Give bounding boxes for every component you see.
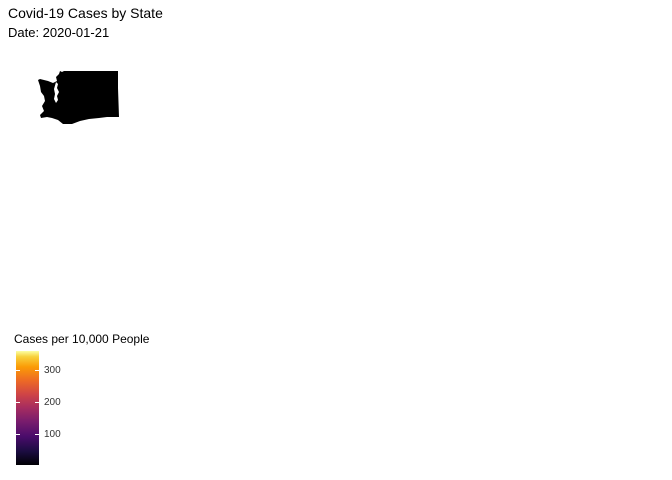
legend-tick-mark bbox=[16, 370, 39, 371]
legend-tick-label: 200 bbox=[44, 397, 61, 408]
legend-title: Cases per 10,000 People bbox=[14, 332, 150, 346]
legend-tick-mark bbox=[16, 434, 39, 435]
map-title: Covid-19 Cases by State bbox=[8, 5, 163, 21]
legend-tick-label: 300 bbox=[44, 365, 61, 376]
color-legend: Cases per 10,000 People 300 200 100 bbox=[14, 332, 194, 472]
us-map-svg bbox=[38, 71, 119, 124]
legend-color-bar bbox=[16, 351, 39, 465]
legend-tick-label: 100 bbox=[44, 429, 61, 440]
legend-tick-mark bbox=[16, 402, 39, 403]
map-subtitle-date: Date: 2020-01-21 bbox=[8, 25, 110, 40]
state-washington bbox=[38, 71, 119, 124]
map-canvas bbox=[0, 50, 672, 330]
